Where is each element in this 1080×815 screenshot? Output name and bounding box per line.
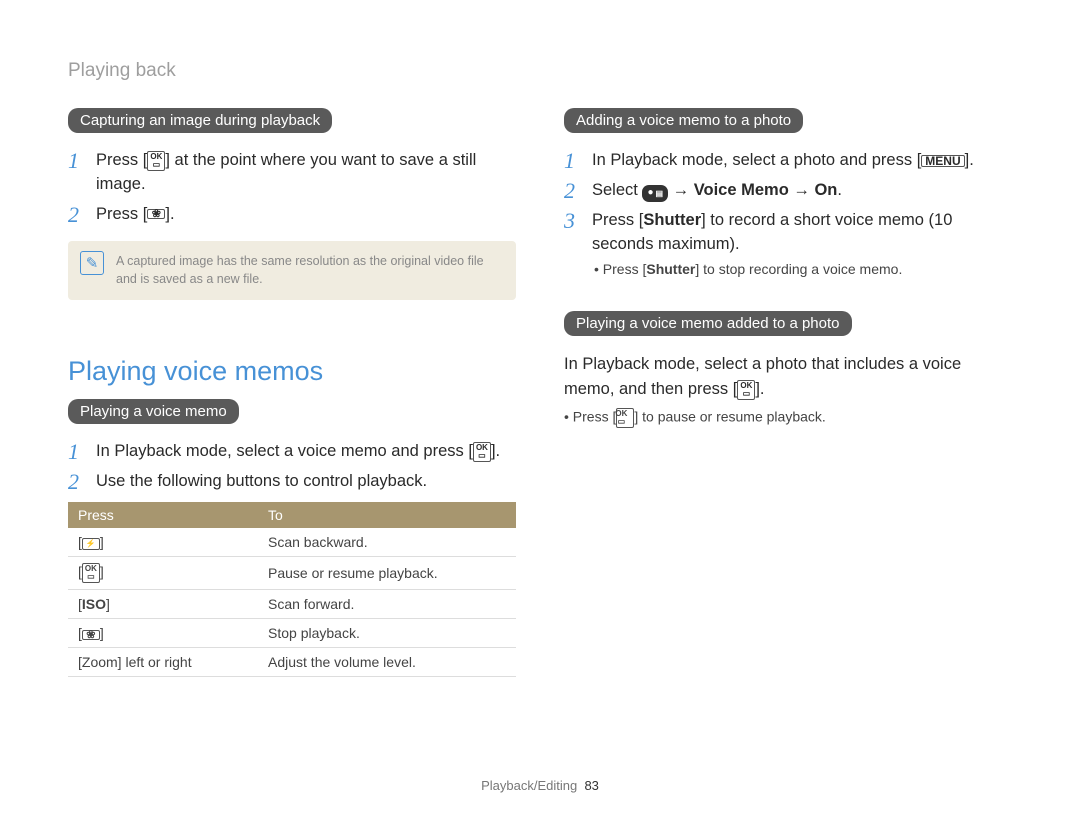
table-row: [Zoom] left or right Adjust the volume l…	[68, 648, 516, 677]
note-box: ✎ A captured image has the same resoluti…	[68, 241, 516, 300]
pvm-step-2: 2 Use the following buttons to control p…	[68, 470, 516, 494]
page-footer: Playback/Editing 83	[0, 778, 1080, 793]
table-cell-action: Scan forward.	[258, 590, 516, 619]
table-header-press: Press	[68, 502, 258, 528]
sub-bullet: • Press [OK▭] to pause or resume playbac…	[564, 408, 1012, 428]
pill-playing-attached-memo: Playing a voice memo added to a photo	[564, 311, 852, 336]
tulip-icon: ❀	[147, 209, 165, 219]
table-cell-key: [OK▭]	[68, 557, 258, 590]
step-number: 1	[68, 149, 96, 173]
menu-icon: MENU	[921, 155, 964, 167]
step-text: Select ●▤ → Voice Memo → On.	[592, 179, 1012, 203]
sub-bullet: • Press [Shutter] to stop recording a vo…	[594, 261, 1012, 277]
table-row: [OK▭] Pause or resume playback.	[68, 557, 516, 590]
table-row: [ISO] Scan forward.	[68, 590, 516, 619]
arrow-icon: →	[789, 181, 815, 199]
tulip-icon: ❀	[82, 630, 100, 640]
pill-capture-image: Capturing an image during playback	[68, 108, 332, 133]
record-preset-icon: ●▤	[642, 185, 668, 202]
step-number: 1	[68, 440, 96, 464]
breadcrumb: Playing back	[68, 60, 1012, 82]
step-number: 1	[564, 149, 592, 173]
controls-table: Press To [⚡] Scan backward. [OK▭] Pause …	[68, 502, 516, 677]
text-fragment: ].	[755, 380, 764, 398]
table-cell-action: Adjust the volume level.	[258, 648, 516, 677]
note-text: A captured image has the same resolution…	[116, 254, 484, 286]
step-2: 2 Press [❀].	[68, 203, 516, 227]
heading-voice-memos: Playing voice memos	[68, 356, 516, 387]
r-step-3: 3 Press [Shutter] to record a short voic…	[564, 209, 1012, 257]
step-text: In Playback mode, select a voice memo an…	[96, 440, 516, 464]
table-row: [⚡] Scan backward.	[68, 528, 516, 557]
text-fragment: [Zoom] left or right	[78, 654, 192, 670]
arrow-icon: →	[668, 181, 694, 199]
text-fragment: Press [	[96, 205, 147, 223]
page-number: 83	[584, 778, 598, 793]
text-fragment: Select	[592, 181, 642, 199]
text-fragment: ].	[491, 442, 500, 460]
pill-adding-voice-memo: Adding a voice memo to a photo	[564, 108, 803, 133]
table-cell-key: [❀]	[68, 619, 258, 648]
text-fragment: Press [	[96, 151, 147, 169]
text-bold: Shutter	[646, 261, 695, 277]
step-number: 2	[564, 179, 592, 203]
ok-icon: OK▭	[82, 563, 100, 583]
iso-icon: ISO	[82, 596, 106, 612]
text-fragment: ].	[165, 205, 174, 223]
ok-icon: OK▭	[473, 442, 491, 462]
text-bold: Voice Memo	[694, 181, 789, 199]
table-cell-action: Pause or resume playback.	[258, 557, 516, 590]
step-text: Press [Shutter] to record a short voice …	[592, 209, 1012, 257]
text-fragment: ] to pause or resume playback.	[634, 408, 825, 424]
table-cell-key: [⚡]	[68, 528, 258, 557]
table-row: [❀] Stop playback.	[68, 619, 516, 648]
text-bold: On	[814, 181, 837, 199]
step-text: Use the following buttons to control pla…	[96, 470, 516, 494]
step-text: Press [OK▭] at the point where you want …	[96, 149, 516, 197]
left-column: Capturing an image during playback 1 Pre…	[68, 102, 516, 677]
step-number: 2	[68, 470, 96, 494]
r-step-1: 1 In Playback mode, select a photo and p…	[564, 149, 1012, 173]
text-fragment: ] to stop recording a voice memo.	[695, 261, 902, 277]
step-number: 3	[564, 209, 592, 233]
pill-playing-voice-memo: Playing a voice memo	[68, 399, 239, 424]
paragraph: In Playback mode, select a photo that in…	[564, 352, 1012, 402]
r-step-2: 2 Select ●▤ → Voice Memo → On.	[564, 179, 1012, 203]
text-fragment: In Playback mode, select a voice memo an…	[96, 442, 473, 460]
step-number: 2	[68, 203, 96, 227]
table-header-to: To	[258, 502, 516, 528]
step-text: Press [❀].	[96, 203, 516, 227]
step-1: 1 Press [OK▭] at the point where you wan…	[68, 149, 516, 197]
step-text: In Playback mode, select a photo and pre…	[592, 149, 1012, 173]
ok-icon: OK▭	[737, 380, 755, 400]
text-fragment: ].	[965, 151, 974, 169]
text-fragment: • Press [	[564, 408, 616, 424]
footer-section: Playback/Editing	[481, 778, 577, 793]
text-fragment: Press [	[592, 211, 643, 229]
text-bold: Shutter	[643, 211, 701, 229]
columns: Capturing an image during playback 1 Pre…	[68, 102, 1012, 677]
manual-page: Playing back Capturing an image during p…	[0, 0, 1080, 815]
table-cell-key: [Zoom] left or right	[68, 648, 258, 677]
right-column: Adding a voice memo to a photo 1 In Play…	[564, 102, 1012, 677]
table-cell-action: Stop playback.	[258, 619, 516, 648]
pvm-step-1: 1 In Playback mode, select a voice memo …	[68, 440, 516, 464]
note-icon: ✎	[80, 251, 104, 275]
ok-icon: OK▭	[616, 408, 634, 428]
ok-icon: OK▭	[147, 151, 165, 171]
table-cell-key: [ISO]	[68, 590, 258, 619]
text-fragment: • Press [	[594, 261, 646, 277]
text-fragment: In Playback mode, select a photo and pre…	[592, 151, 921, 169]
text-fragment: .	[837, 181, 842, 199]
flash-icon: ⚡	[82, 538, 100, 550]
table-cell-action: Scan backward.	[258, 528, 516, 557]
